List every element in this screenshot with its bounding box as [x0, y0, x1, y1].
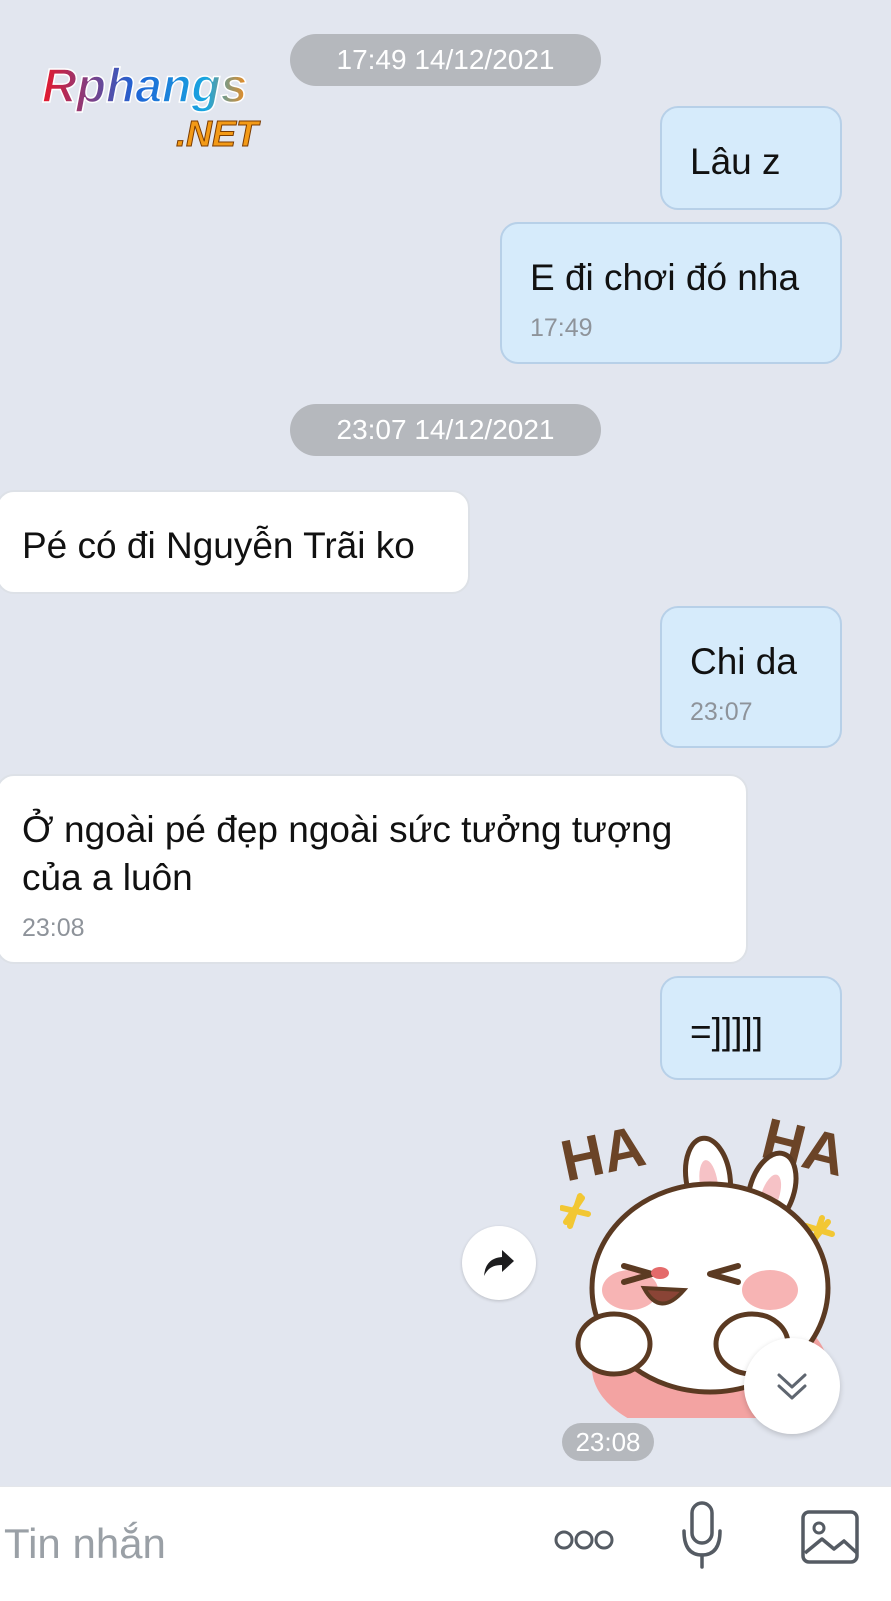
- image-button[interactable]: [800, 1507, 860, 1567]
- message-text: =]]]]]: [690, 1011, 764, 1052]
- message-time: 23:07: [690, 698, 753, 726]
- message-bubble-outgoing[interactable]: Chi da 23:07: [660, 606, 842, 748]
- message-text: Chi da: [690, 641, 797, 682]
- scroll-to-bottom-button[interactable]: [744, 1338, 840, 1434]
- sticker-caption-left: HA: [560, 1118, 651, 1194]
- watermark-logo: Rphangs .NET: [42, 59, 262, 154]
- timestamp-pill: 17:49 14/12/2021: [289, 34, 602, 86]
- svg-text:Rphangs: Rphangs: [42, 60, 247, 113]
- voice-button[interactable]: [680, 1499, 724, 1573]
- message-bubble-outgoing[interactable]: E đi chơi đó nha 17:49: [500, 222, 842, 364]
- image-icon: [801, 1510, 859, 1564]
- svg-text:.NET: .NET: [176, 113, 261, 154]
- message-time: 17:49: [530, 314, 593, 342]
- more-button[interactable]: [552, 1515, 616, 1565]
- message-text: Lâu z: [690, 141, 781, 182]
- sticker-time: 23:08: [562, 1423, 654, 1461]
- message-bubble-outgoing[interactable]: =]]]]]: [660, 976, 842, 1080]
- message-bubble-incoming[interactable]: Ở ngoài pé đẹp ngoài sức tưởng tượng của…: [0, 774, 748, 964]
- forward-button[interactable]: [462, 1226, 536, 1300]
- message-text: E đi chơi đó nha: [530, 257, 800, 298]
- chevron-double-down-icon: [777, 1373, 807, 1400]
- message-text: Pé có đi Nguyễn Trãi ko: [22, 525, 415, 566]
- message-text: Ở ngoài pé đẹp ngoài sức tưởng tượng của…: [22, 809, 673, 898]
- timestamp-pill: 23:07 14/12/2021: [289, 404, 602, 456]
- chat-area: Rphangs .NET 17:49 14/12/2021 Lâu z E đi…: [0, 0, 891, 1486]
- more-dots-icon: [554, 1530, 614, 1550]
- forward-icon: [484, 1250, 514, 1276]
- composer-bar: [0, 1486, 891, 1601]
- message-bubble-incoming[interactable]: Pé có đi Nguyễn Trãi ko: [0, 490, 470, 594]
- message-bubble-outgoing[interactable]: Lâu z: [660, 106, 842, 210]
- message-time: 23:08: [22, 914, 85, 942]
- message-input[interactable]: [4, 1509, 524, 1579]
- microphone-icon: [682, 1501, 722, 1569]
